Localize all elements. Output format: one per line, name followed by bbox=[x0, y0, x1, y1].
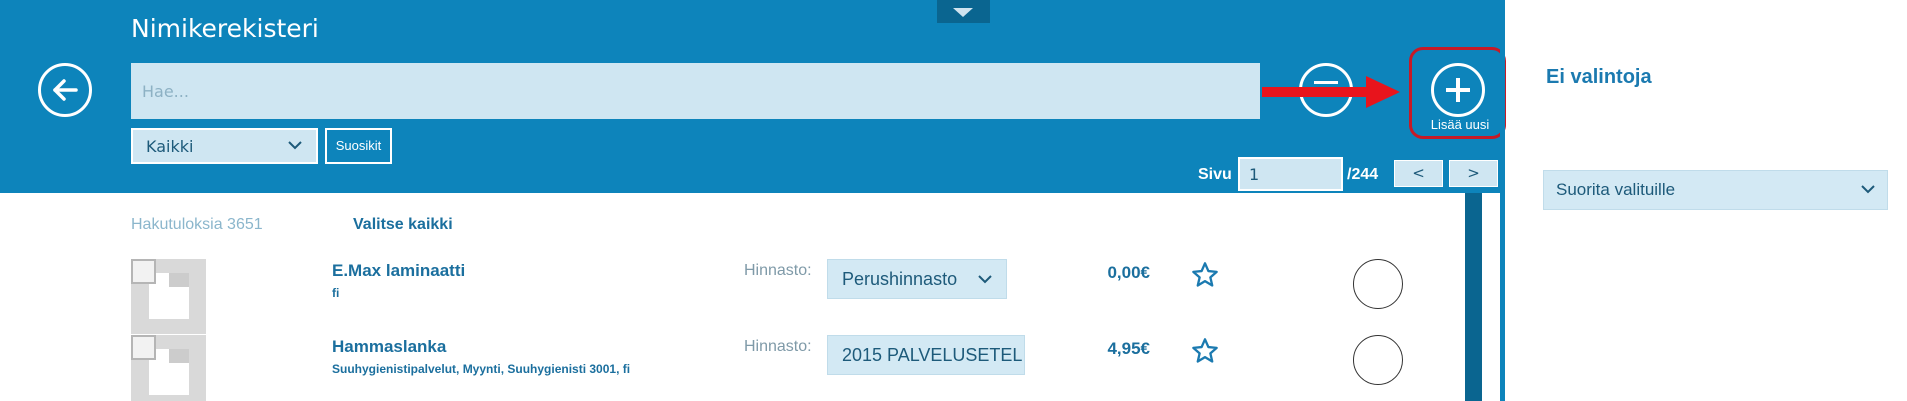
header-bar: Nimikerekisteri Lisää uusi Kaikki bbox=[0, 0, 1506, 193]
back-arrow-icon bbox=[53, 79, 78, 101]
app-window: Nimikerekisteri Lisää uusi Kaikki bbox=[0, 0, 1907, 401]
item-select-circle[interactable] bbox=[1353, 335, 1403, 385]
pricelist-select[interactable]: Perushinnasto bbox=[827, 259, 1007, 299]
page-total: /244 bbox=[1347, 166, 1379, 183]
favorite-star-icon[interactable] bbox=[1191, 337, 1219, 365]
prev-page-button[interactable]: < bbox=[1394, 160, 1443, 187]
item-name[interactable]: E.Max laminaatti bbox=[332, 261, 465, 281]
item-select-circle[interactable] bbox=[1353, 259, 1403, 309]
page-label: Sivu bbox=[1198, 166, 1232, 183]
annotation-arrow bbox=[1262, 76, 1400, 108]
favorites-button[interactable]: Suosikit bbox=[325, 128, 392, 164]
item-tags: fi bbox=[332, 286, 340, 300]
item-tags: Suuhygienistipalvelut, Myynti, Suuhygien… bbox=[332, 362, 631, 376]
add-new-button[interactable] bbox=[1431, 63, 1485, 117]
list-item: Hammaslanka Suuhygienistipalvelut, Myynt… bbox=[0, 335, 1460, 401]
chevron-down-icon bbox=[978, 275, 992, 284]
pricelist-select-value: Perushinnasto bbox=[842, 269, 958, 289]
list-item: E.Max laminaatti fi Hinnasto: Perushinna… bbox=[0, 259, 1460, 334]
select-all-link[interactable]: Valitse kaikki bbox=[353, 216, 453, 234]
item-price: 4,95€ bbox=[1107, 339, 1150, 358]
item-name[interactable]: Hammaslanka bbox=[332, 337, 446, 357]
bulk-action-value: Suorita valituille bbox=[1556, 180, 1676, 199]
plus-icon-vertical bbox=[1456, 78, 1460, 102]
pricelist-select-value: 2015 PALVELUSETELI bbox=[842, 345, 1025, 365]
page-number-input[interactable] bbox=[1238, 157, 1343, 191]
pricelist-label: Hinnasto: bbox=[744, 262, 812, 279]
item-checkbox[interactable] bbox=[131, 259, 156, 284]
back-button[interactable] bbox=[38, 63, 92, 117]
chevron-down-icon bbox=[288, 141, 302, 150]
category-select[interactable]: Kaikki bbox=[131, 128, 318, 164]
item-price: 0,00€ bbox=[1107, 263, 1150, 282]
selection-title: Ei valintoja bbox=[1546, 66, 1652, 88]
item-checkbox[interactable] bbox=[131, 335, 156, 360]
page-title: Nimikerekisteri bbox=[131, 14, 319, 43]
scrollbar[interactable] bbox=[1465, 193, 1482, 401]
pricelist-select[interactable]: 2015 PALVELUSETELI bbox=[827, 335, 1025, 375]
chevron-down-icon bbox=[1861, 185, 1875, 194]
collapse-tab[interactable] bbox=[937, 0, 990, 23]
panel-divider bbox=[1500, 0, 1505, 401]
next-page-button[interactable]: > bbox=[1449, 160, 1498, 187]
pricelist-label: Hinnasto: bbox=[744, 338, 812, 355]
add-new-label: Lisää uusi bbox=[1430, 117, 1490, 132]
favorite-star-icon[interactable] bbox=[1191, 261, 1219, 289]
chevron-down-icon bbox=[953, 8, 973, 17]
results-count: Hakutuloksia 3651 bbox=[131, 216, 263, 233]
category-select-value: Kaikki bbox=[146, 137, 194, 156]
bulk-action-select[interactable]: Suorita valituille bbox=[1543, 170, 1888, 210]
search-input[interactable] bbox=[131, 63, 1260, 119]
